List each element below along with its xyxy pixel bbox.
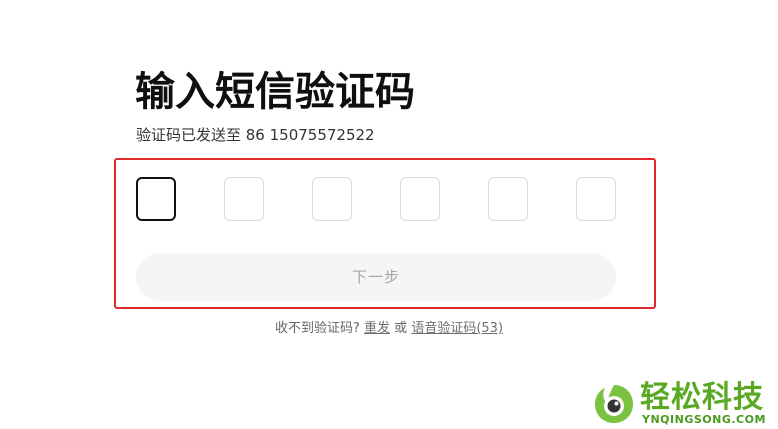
watermark-brand: 轻松科技 [640, 380, 764, 415]
watermark: 轻松科技 YNQINGSONG.COM [592, 380, 778, 429]
resend-link[interactable]: 重发 [364, 321, 390, 336]
page-title: 输入短信验证码 [135, 69, 415, 115]
footer-help: 收不到验证码? 重发 或 语音验证码(53) [0, 319, 778, 339]
code-digit-3[interactable] [312, 177, 352, 221]
code-digit-2[interactable] [224, 177, 264, 221]
watermark-site: YNQINGSONG.COM [642, 413, 766, 426]
voice-code-link[interactable]: 语音验证码(53) [411, 321, 503, 336]
leaf-eye-logo-icon [595, 385, 633, 423]
no-code-text: 收不到验证码? [274, 321, 360, 336]
sent-to-text: 验证码已发送至 86 15075572522 [136, 126, 375, 144]
code-digit-1[interactable] [136, 177, 176, 221]
code-digit-4[interactable] [400, 177, 440, 221]
code-digit-5[interactable] [488, 177, 528, 221]
code-digit-6[interactable] [576, 177, 616, 221]
or-text: 或 [394, 321, 408, 336]
next-button[interactable]: 下一步 [136, 253, 616, 301]
